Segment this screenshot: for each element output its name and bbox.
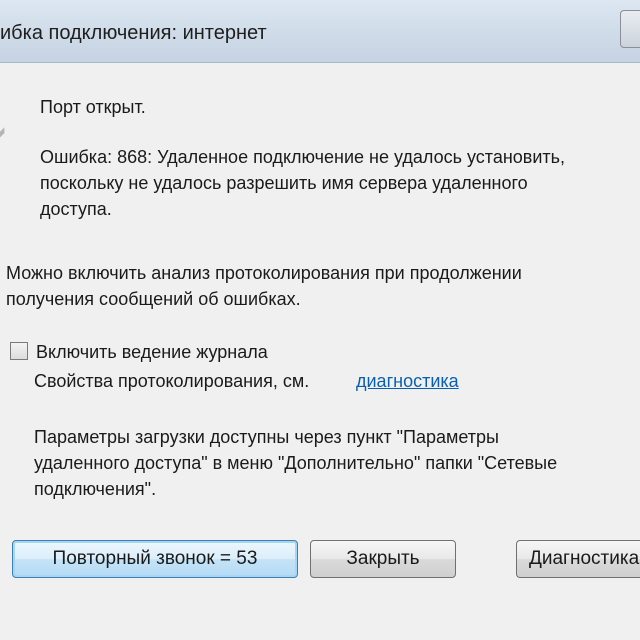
diagnostics-button[interactable]: Диагностика <box>516 540 640 578</box>
settings-info-line: Параметры загрузки доступны через пункт … <box>34 427 499 447</box>
window-title: ибка подключения: интернет <box>0 22 267 44</box>
title-bar: ибка подключения: интернет <box>0 0 640 63</box>
port-status-text: Порт открыт. <box>40 97 146 117</box>
enable-logging-label[interactable]: Включить ведение журнала <box>36 339 268 365</box>
redial-button[interactable]: Повторный звонок = 53 <box>12 540 298 578</box>
logging-info-line: получения сообщений об ошибках. <box>6 289 301 309</box>
close-button[interactable]: Закрыть <box>310 540 456 578</box>
diagnostics-link[interactable]: диагностика <box>356 368 459 394</box>
settings-info-line: удаленного доступа" в меню "Дополнительн… <box>34 453 558 473</box>
enable-logging-checkbox[interactable] <box>10 342 28 360</box>
error-message-line: поскольку не удалось разрешить имя серве… <box>40 173 528 193</box>
logging-info-line: Можно включить анализ протоколирования п… <box>6 263 522 283</box>
settings-info-line: подключения". <box>34 479 157 499</box>
window-close-button[interactable] <box>620 10 640 48</box>
error-message-line: доступа. <box>40 199 112 219</box>
logging-properties-text: Свойства протоколирования, см. <box>34 371 310 391</box>
error-message-line: Ошибка: 868: Удаленное подключение не уд… <box>40 147 566 167</box>
